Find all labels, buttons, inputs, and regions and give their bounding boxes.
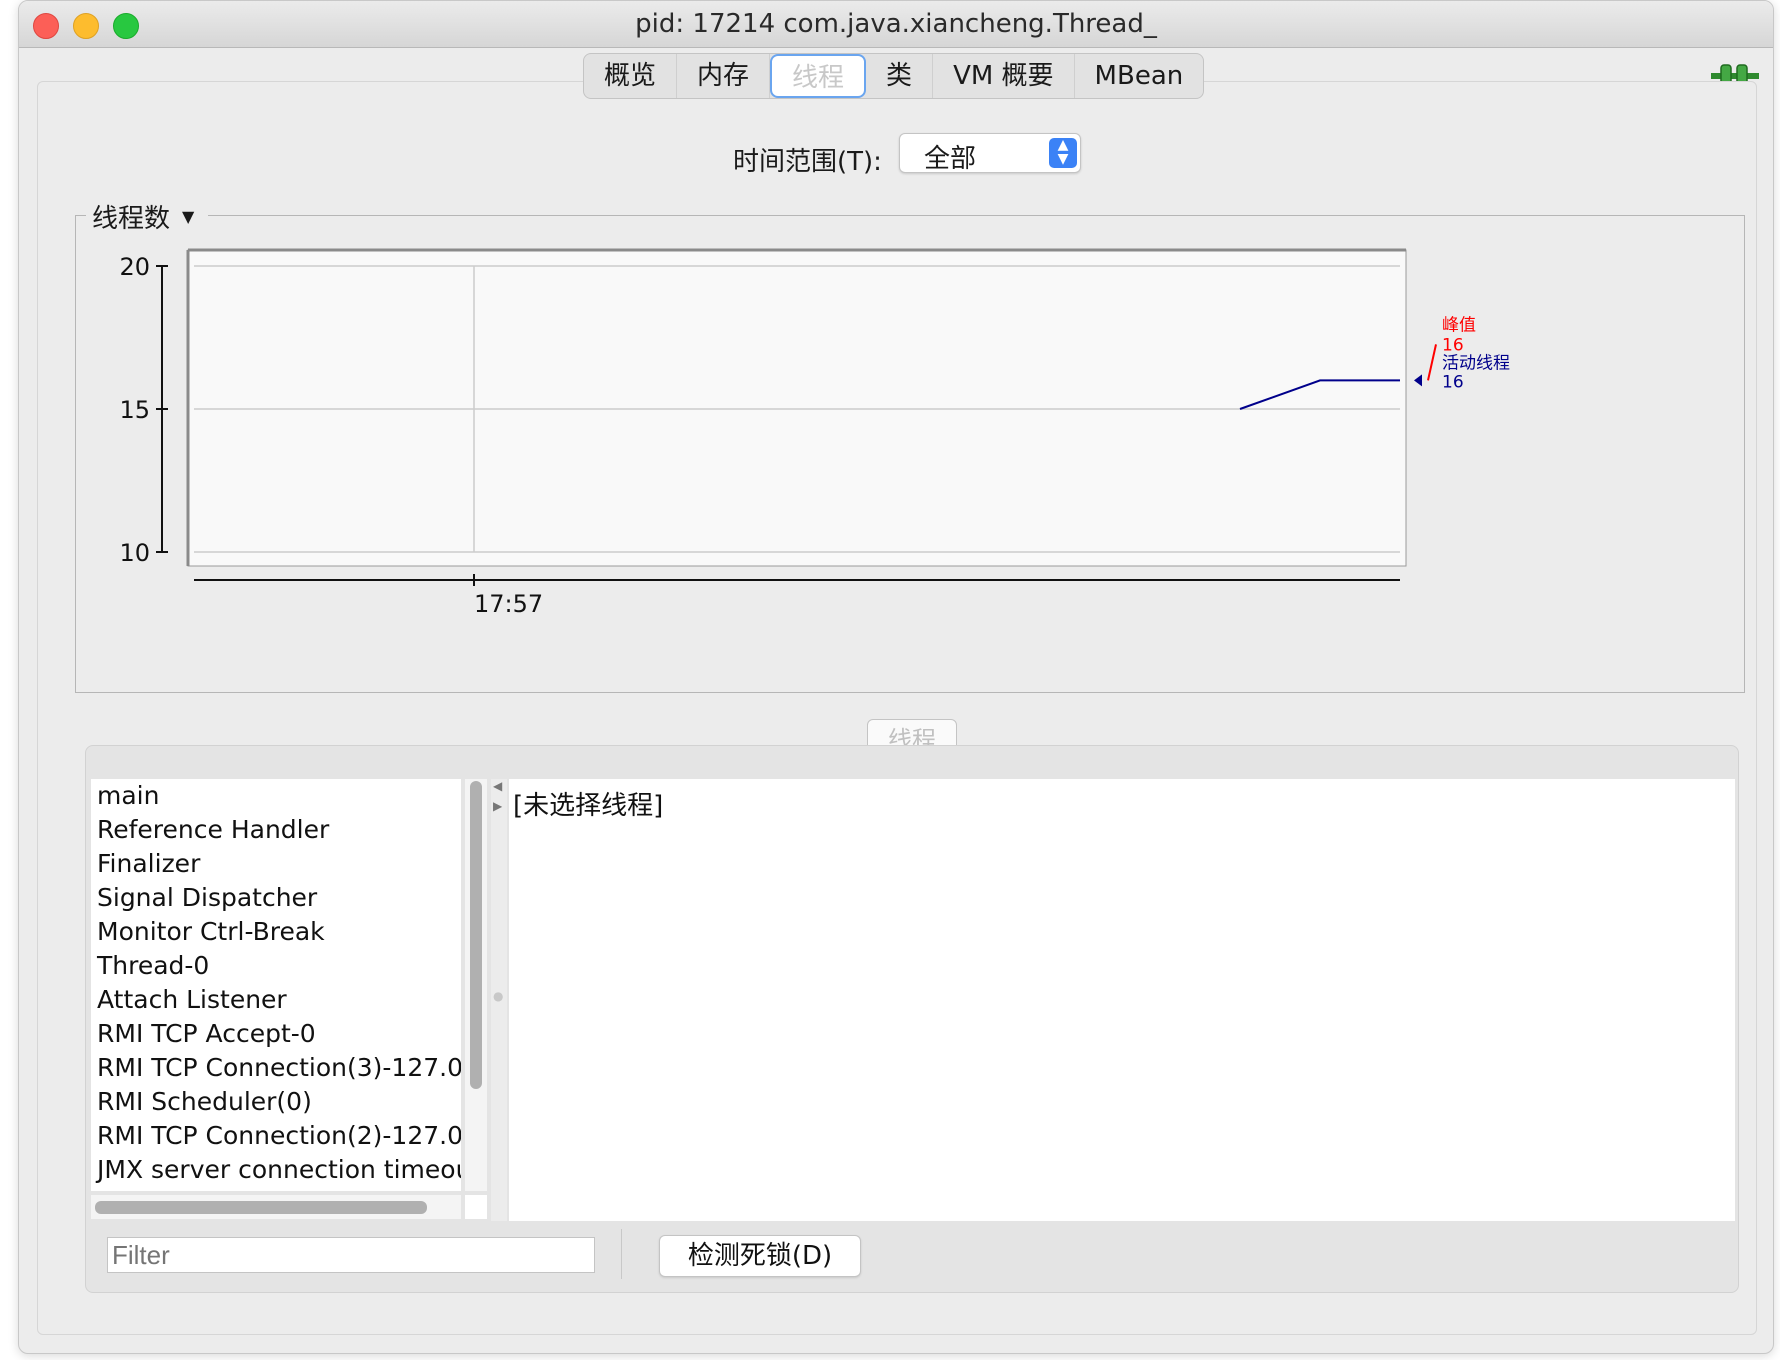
time-range-select[interactable]: 全部 ▲ ▼	[899, 133, 1081, 174]
split-pane-divider[interactable]: ◀ ▶ ●	[491, 779, 507, 1221]
thread-list-item[interactable]: Thread-0	[91, 949, 461, 983]
thread-list-item[interactable]: JMX server connection timeout 1	[91, 1153, 461, 1187]
thread-list-item[interactable]: RMI TCP Accept-0	[91, 1017, 461, 1051]
peak-indicator	[1427, 344, 1437, 381]
window-title: pid: 17214 com.java.xiancheng.Thread_	[635, 9, 1157, 39]
time-range-bar: 时间范围(T): 全部 ▲ ▼	[19, 133, 1773, 177]
y-tick-label: 20	[119, 253, 150, 281]
thread-list-item[interactable]: RMI Scheduler(0)	[91, 1085, 461, 1119]
peak-label: 峰值	[1442, 315, 1476, 335]
x-tick-label: 17:57	[474, 590, 543, 618]
time-range-value: 全部	[924, 144, 977, 174]
tab-mbean[interactable]: MBean	[1075, 54, 1204, 98]
thread-list-item[interactable]: Monitor Ctrl-Break	[91, 915, 461, 949]
tab-overview[interactable]: 概览	[584, 54, 678, 98]
detect-deadlock-button[interactable]: 检测死锁(D)	[659, 1235, 861, 1277]
divider-grip-icon: ●	[493, 989, 504, 1003]
live-threads-label: 活动线程	[1442, 353, 1510, 373]
thread-list-item[interactable]: Reference Handler	[91, 813, 461, 847]
thread-detail-text: [未选择线程]	[513, 791, 664, 821]
thread-list-item[interactable]: RMI TCP Connection(2)-127.0.0	[91, 1119, 461, 1153]
live-threads-marker	[1414, 374, 1422, 387]
thread-list-item[interactable]: Attach Listener	[91, 983, 461, 1017]
plot-background	[187, 249, 1407, 567]
thread-detail-pane: [未选择线程]	[509, 779, 1735, 1221]
thread-list-vertical-scrollbar[interactable]	[465, 779, 487, 1191]
y-tick-label: 15	[119, 396, 150, 424]
thread-count-chart: 20151017:57峰值16活动线程16	[119, 248, 1510, 618]
chevron-updown-icon: ▲ ▼	[1049, 138, 1077, 168]
app-window: pid: 17214 com.java.xiancheng.Thread_ 概览…	[18, 0, 1774, 1354]
thread-list-horizontal-scrollbar[interactable]	[91, 1195, 461, 1219]
tab-threads[interactable]: 线程	[770, 54, 867, 98]
thread-list-item[interactable]: Finalizer	[91, 847, 461, 881]
toolbar-separator	[621, 1229, 622, 1279]
thread-count-chart-group: 线程数 ▼ 20 15 10 17:57 峰值 16 活动线程 16	[75, 198, 1745, 693]
tab-memory[interactable]: 内存	[677, 54, 771, 98]
collapse-right-icon[interactable]: ▶	[493, 799, 502, 813]
thread-list[interactable]: main Reference Handler Finalizer Signal Dis…	[91, 779, 461, 1191]
scrollbar-thumb[interactable]	[95, 1201, 427, 1214]
y-tick-label: 10	[119, 539, 150, 567]
scroll-corner	[465, 1195, 487, 1219]
live-threads-value: 16	[1442, 372, 1464, 392]
collapse-left-icon[interactable]: ◀	[493, 779, 502, 793]
thread-filter-input[interactable]	[107, 1237, 595, 1273]
thread-list-item[interactable]: Signal Dispatcher	[91, 881, 461, 915]
peak-value: 16	[1442, 335, 1464, 355]
scrollbar-thumb[interactable]	[470, 781, 482, 1089]
tab-vm-summary[interactable]: VM 概要	[933, 54, 1075, 98]
tab-classes[interactable]: 类	[866, 54, 934, 98]
thread-list-item[interactable]: main	[91, 779, 461, 813]
time-range-label: 时间范围(T):	[733, 147, 882, 177]
title-bar: pid: 17214 com.java.xiancheng.Thread_	[19, 1, 1773, 48]
thread-list-item[interactable]: RMI TCP Connection(3)-127.0.0	[91, 1051, 461, 1085]
tab-bar: 概览 内存 线程 类 VM 概要 MBean	[583, 53, 1205, 99]
